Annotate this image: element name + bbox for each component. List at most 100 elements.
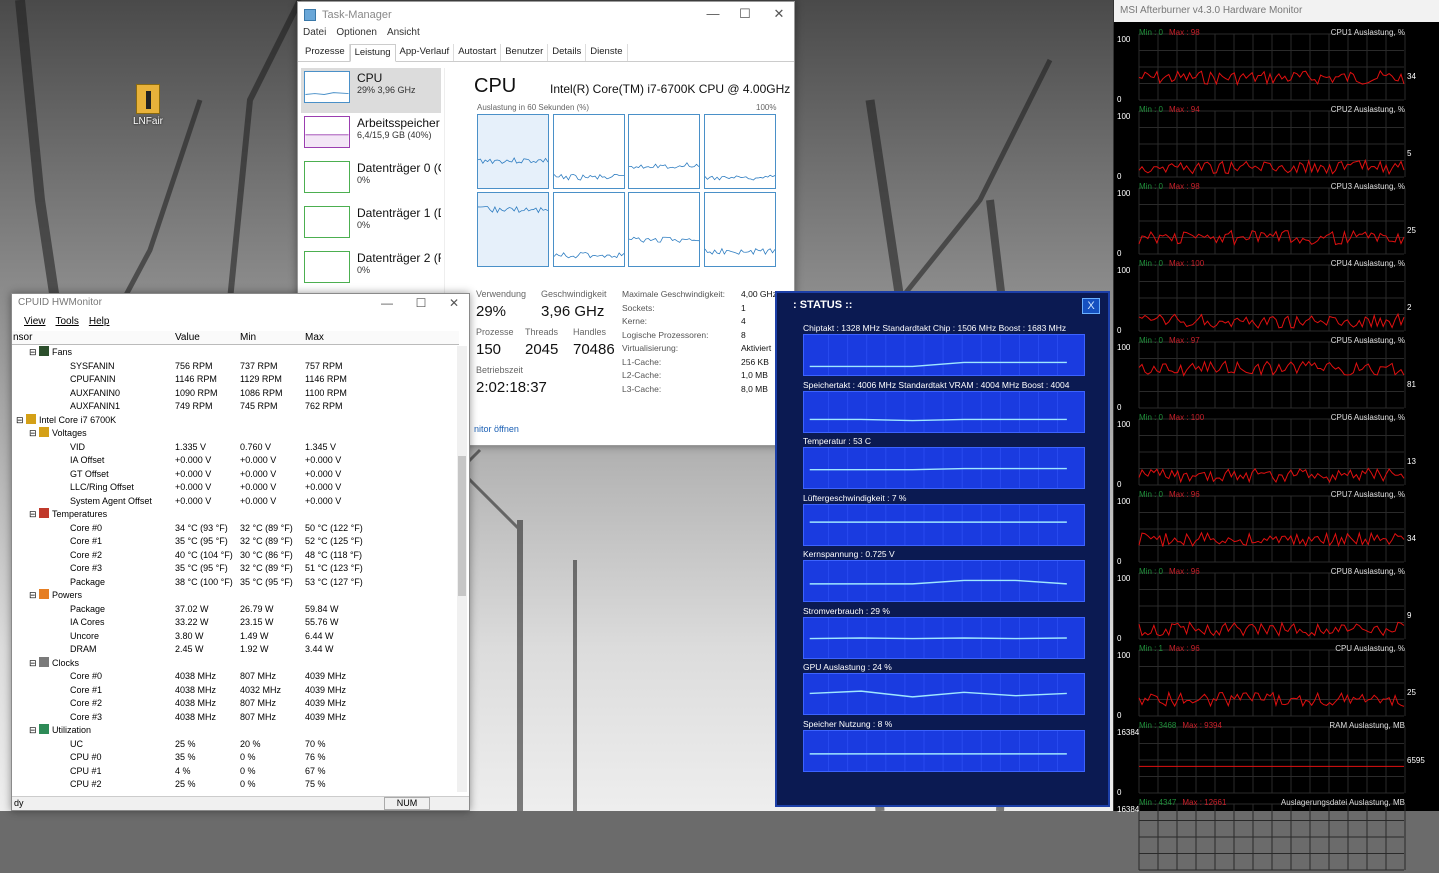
tab-app-verlauf[interactable]: App-Verlauf	[396, 44, 455, 61]
sidebar-item-cpu[interactable]: CPU 29% 3,96 GHz	[301, 68, 441, 113]
collapse-icon[interactable]: ⊟	[29, 725, 39, 735]
graph-title: Auslagerungsdatei Auslastung, MB	[1280, 798, 1405, 807]
minimize-icon[interactable]: —	[698, 6, 728, 24]
tab-dienste[interactable]: Dienste	[586, 44, 628, 61]
tree-group[interactable]: ⊟ Powers	[12, 589, 459, 602]
table-row[interactable]: CPU #1 4 % 0 % 67 %	[12, 765, 459, 778]
table-row[interactable]: IA Offset +0.000 V +0.000 V +0.000 V	[12, 454, 459, 467]
gpu-status-gadget[interactable]: : STATUS :: X Chiptakt : 1328 MHz Standa…	[775, 291, 1110, 807]
table-row[interactable]: Package 38 °C (100 °F) 35 °C (95 °F) 53 °C …	[12, 576, 459, 589]
archive-file-icon	[136, 84, 160, 114]
sensor-max: 1146 RPM	[305, 374, 347, 384]
tree-group[interactable]: ⊟ Clocks	[12, 656, 459, 670]
menu-tools[interactable]: Tools	[56, 316, 79, 330]
sensor-min: +0.000 V	[240, 482, 277, 492]
menu-view[interactable]: View	[24, 316, 46, 330]
tab-benutzer[interactable]: Benutzer	[501, 44, 549, 61]
close-button[interactable]: X	[1082, 298, 1100, 314]
tab-leistung[interactable]: Leistung	[349, 44, 396, 62]
tree-group[interactable]: ⊟ Fans	[12, 346, 459, 359]
table-row[interactable]: DRAM 2.45 W 1.92 W 3.44 W	[12, 643, 459, 656]
tree-group[interactable]: ⊟ Temperatures	[12, 508, 459, 521]
sidebar-item-value: 0%	[357, 175, 371, 185]
menu-optionen[interactable]: Optionen	[336, 27, 377, 41]
column-header-value[interactable]: Value	[175, 332, 200, 343]
table-row[interactable]: Package 37.02 W 26.79 W 59.84 W	[12, 603, 459, 616]
table-row[interactable]: System Agent Offset +0.000 V +0.000 V +0.00…	[12, 495, 459, 508]
menu-ansicht[interactable]: Ansicht	[387, 27, 420, 41]
scrollbar-thumb[interactable]	[458, 456, 466, 596]
afterburner-titlebar[interactable]: MSI Afterburner v4.3.0 Hardware Monitor	[1114, 0, 1439, 22]
resource-sidebar: CPU 29% 3,96 GHz Arbeitsspeicher 6,4/15,9 …	[301, 68, 441, 298]
core-graph-line	[629, 236, 699, 243]
sensor-value: 1.335 V	[175, 441, 207, 452]
table-row[interactable]: VID 1.335 V 0.760 V 1.345 V	[12, 441, 459, 454]
sensor-name: CPU #2	[70, 778, 102, 791]
table-row[interactable]: Uncore 3.80 W 1.49 W 6.44 W	[12, 630, 459, 643]
close-icon[interactable]: ✕	[764, 6, 794, 24]
table-row[interactable]: IA Cores 33.22 W 23.15 W 55.76 W	[12, 616, 459, 629]
tree-group[interactable]: ⊟ Voltages	[12, 427, 459, 440]
table-row[interactable]: LLC/Ring Offset +0.000 V +0.000 V +0.000 V	[12, 481, 459, 494]
tree-group[interactable]: ⊟ Intel Core i7 6700K	[12, 413, 459, 427]
core-graph-line	[704, 174, 775, 181]
collapse-icon[interactable]: ⊟	[29, 658, 39, 668]
sidebar-item-disk1[interactable]: Datenträger 1 (D 0%	[301, 203, 441, 248]
graph-min: Min : 0	[1139, 28, 1164, 37]
table-row[interactable]: CPU #2 25 % 0 % 75 %	[12, 778, 459, 791]
gpu-metric-graph	[803, 729, 1085, 772]
tab-prozesse[interactable]: Prozesse	[301, 44, 350, 61]
sidebar-item-memory[interactable]: Arbeitsspeicher 6,4/15,9 GB (40%)	[301, 113, 441, 158]
sensor-scrollbar[interactable]	[457, 346, 467, 792]
tab-autostart[interactable]: Autostart	[454, 44, 502, 61]
core-graph-5	[552, 192, 625, 267]
sensor-max: 4039 MHz	[305, 711, 347, 722]
graph-min: Min : 0	[1139, 105, 1164, 114]
sidebar-item-disk0[interactable]: Datenträger 0 (C 0%	[301, 158, 441, 203]
sensor-min: 20 %	[240, 738, 261, 749]
table-row[interactable]: Core #0 34 °C (93 °F) 32 °C (89 °F) 50 °C (…	[12, 522, 459, 535]
minimize-icon[interactable]: —	[372, 296, 402, 310]
gpu-metric-graph	[803, 616, 1085, 659]
table-row[interactable]: Core #2 4038 MHz 807 MHz 4039 MHz	[12, 697, 459, 710]
sidebar-item-disk2[interactable]: Datenträger 2 (F 0%	[301, 248, 441, 293]
sensor-max: 59.84 W	[305, 603, 339, 614]
column-header-min[interactable]: Min	[240, 332, 256, 343]
afterburner-monitor-window[interactable]: MSI Afterburner v4.3.0 Hardware Monitor …	[1113, 0, 1439, 871]
table-row[interactable]: GT Offset +0.000 V +0.000 V +0.000 V	[12, 468, 459, 481]
monitor-graph	[1138, 187, 1406, 255]
collapse-icon[interactable]: ⊟	[29, 347, 39, 357]
table-row[interactable]: Core #3 4038 MHz 807 MHz 4039 MHz	[12, 711, 459, 724]
tree-group[interactable]: ⊟ Utilization	[12, 724, 459, 737]
table-row[interactable]: UC 25 % 20 % 70 %	[12, 738, 459, 751]
table-row[interactable]: Core #2 40 °C (104 °F) 30 °C (86 °F) 48 °C …	[12, 549, 459, 562]
graph-minmax: Min : 4347 Max : 12661	[1139, 798, 1226, 807]
desktop-shortcut[interactable]: LNFair	[126, 84, 170, 127]
spec-label: Logische Prozessoren:	[622, 329, 709, 340]
table-row[interactable]: AUXFANIN1 749 RPM 745 RPM 762 RPM	[12, 400, 459, 413]
column-header-sensor[interactable]: nsor	[13, 332, 32, 343]
spec-value: 8	[741, 329, 746, 340]
table-row[interactable]: AUXFANIN0 1090 RPM 1086 RPM 1100 RPM	[12, 387, 459, 400]
table-row[interactable]: Core #1 4038 MHz 4032 MHz 4039 MHz	[12, 684, 459, 697]
table-row[interactable]: SYSFANIN 756 RPM 737 RPM 757 RPM	[12, 360, 459, 373]
tab-details[interactable]: Details	[548, 44, 587, 61]
close-icon[interactable]: ✕	[439, 296, 469, 310]
table-row[interactable]: CPUFANIN 1146 RPM 1129 RPM 1146 RPM	[12, 373, 459, 386]
collapse-icon[interactable]: ⊟	[29, 509, 39, 519]
table-row[interactable]: Core #1 35 °C (95 °F) 32 °C (89 °F) 52 °C (…	[12, 535, 459, 548]
collapse-icon[interactable]: ⊟	[16, 415, 26, 425]
collapse-icon[interactable]: ⊟	[29, 428, 39, 438]
menu-help[interactable]: Help	[89, 316, 110, 330]
resource-monitor-link[interactable]: nitor öffnen	[474, 424, 519, 434]
maximize-icon[interactable]: ☐	[406, 296, 436, 310]
maximize-icon[interactable]: ☐	[730, 6, 760, 24]
menu-datei[interactable]: Datei	[303, 27, 326, 41]
sidebar-scrollbar[interactable]	[444, 68, 454, 298]
table-row[interactable]: Core #3 35 °C (95 °F) 32 °C (89 °F) 51 °C (…	[12, 562, 459, 575]
table-row[interactable]: Core #0 4038 MHz 807 MHz 4039 MHz	[12, 670, 459, 683]
hwmonitor-window[interactable]: CPUID HWMonitor — ☐ ✕ View Tools Help ns…	[11, 293, 470, 811]
table-row[interactable]: CPU #0 35 % 0 % 76 %	[12, 751, 459, 764]
collapse-icon[interactable]: ⊟	[29, 590, 39, 600]
column-header-max[interactable]: Max	[305, 332, 324, 343]
